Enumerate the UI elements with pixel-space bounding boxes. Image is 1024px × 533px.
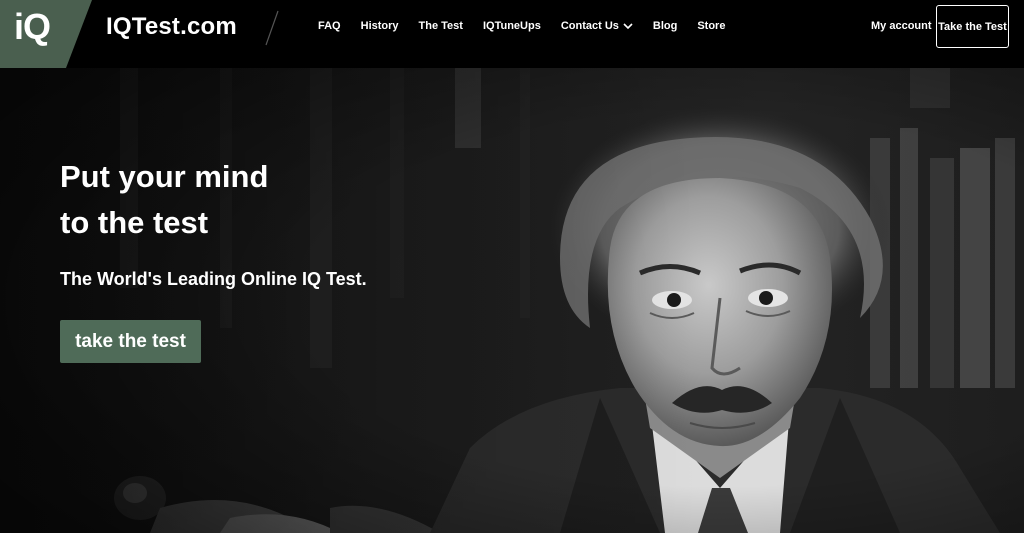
nav-item-label: History <box>360 20 399 32</box>
logo-text: iQ <box>14 6 51 47</box>
hero-portrait-image <box>0 68 1024 533</box>
hero-title: Put your mind to the test <box>60 154 460 246</box>
nav-item-label: FAQ <box>318 20 341 32</box>
nav-item-label: Contact Us <box>560 20 619 32</box>
nav-item-label: The Test <box>418 20 463 32</box>
page: iQ IQTest.com FAQ History The Test IQTun… <box>0 0 1024 533</box>
my-account-link[interactable]: My account <box>871 0 932 52</box>
divider-slash-icon <box>265 10 279 46</box>
nav-item-faq[interactable]: FAQ <box>318 20 341 32</box>
take-the-test-hero-button[interactable]: take the test <box>60 320 201 363</box>
nav-item-label: Store <box>697 20 726 32</box>
nav-item-the-test[interactable]: The Test <box>419 20 463 32</box>
nav-item-label: IQTuneUps <box>482 20 541 32</box>
nav-item-history[interactable]: History <box>361 20 399 32</box>
chevron-down-icon <box>623 23 633 30</box>
take-the-test-header-button[interactable]: Take the Test <box>936 5 1009 48</box>
hero-title-line-2: to the test <box>60 205 209 240</box>
hero-subtitle: The World's Leading Online IQ Test. <box>60 269 367 289</box>
hero-section: Put your mind to the test The World's Le… <box>0 68 1024 533</box>
main-nav: FAQ History The Test IQTuneUps Contact U… <box>318 0 725 52</box>
nav-item-blog[interactable]: Blog <box>653 20 677 32</box>
nav-item-iqtuneups[interactable]: IQTuneUps <box>483 20 541 32</box>
site-header: iQ IQTest.com FAQ History The Test IQTun… <box>0 0 1024 68</box>
nav-item-label: Blog <box>652 20 678 32</box>
nav-item-store[interactable]: Store <box>697 20 725 32</box>
brand-name[interactable]: IQTest.com <box>106 13 237 41</box>
nav-item-contact-us[interactable]: Contact Us <box>561 20 633 32</box>
hero-title-line-1: Put your mind <box>60 159 269 194</box>
logo-badge[interactable]: iQ <box>0 0 92 68</box>
